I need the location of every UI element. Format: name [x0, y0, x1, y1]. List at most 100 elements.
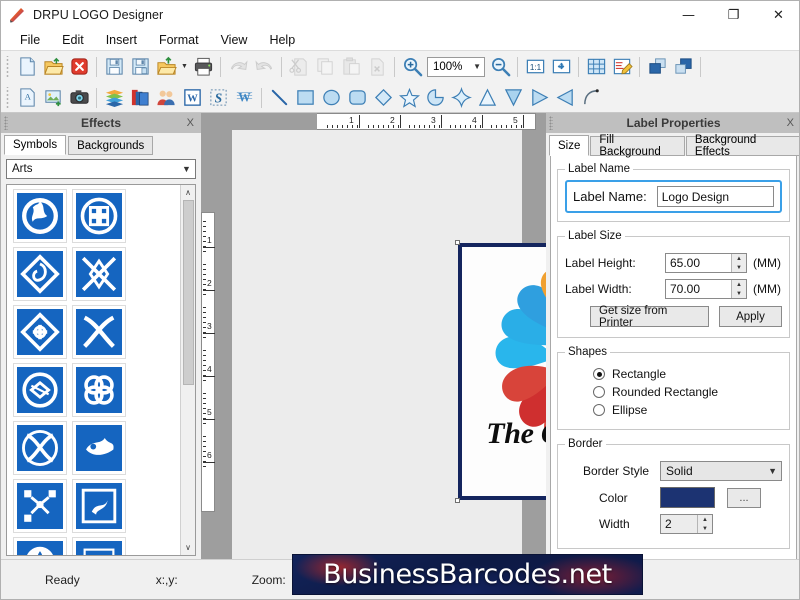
stepper-buttons[interactable]: ▲ ▼ — [731, 254, 746, 272]
menu-file[interactable]: File — [9, 31, 51, 49]
resize-handle-sw[interactable] — [455, 498, 460, 503]
symbol-ring-monogram[interactable] — [13, 363, 67, 417]
tab-symbols[interactable]: Symbols — [4, 135, 67, 155]
insert-image-button[interactable] — [40, 85, 66, 111]
symbol-grid-scrollbar[interactable]: ∧ ∨ — [180, 185, 195, 555]
restore-button[interactable]: ❐ — [711, 1, 756, 29]
stepper-down-icon[interactable]: ▼ — [732, 263, 746, 272]
tab-size[interactable]: Size — [549, 135, 590, 156]
symbol-quatrefoil-knot[interactable] — [72, 363, 126, 417]
get-size-from-printer-button[interactable]: Get size from Printer — [590, 305, 709, 329]
bring-to-front-button[interactable] — [644, 54, 670, 80]
tab-fill-background[interactable]: Fill Background — [590, 134, 685, 158]
color-palette-button[interactable] — [127, 85, 153, 111]
triangle-right-button[interactable] — [526, 85, 552, 111]
label-object[interactable]: The GlobalTrend Marketing — [455, 240, 546, 503]
tab-backgrounds[interactable]: Backgrounds — [68, 136, 154, 155]
symbol-circle-weave[interactable] — [13, 421, 67, 475]
panel-grip-icon[interactable] — [4, 116, 8, 130]
minimize-button[interactable]: — — [666, 1, 711, 29]
zoom-level-combo[interactable]: 100% ▼ — [427, 56, 485, 77]
close-document-button[interactable] — [66, 54, 92, 80]
undo-button[interactable] — [225, 54, 251, 80]
label-width-stepper[interactable]: 70.00 ▲ ▼ — [665, 279, 747, 299]
line-tool-button[interactable] — [266, 85, 292, 111]
signature-button[interactable]: S — [205, 85, 231, 111]
scroll-up-icon[interactable]: ∧ — [181, 185, 196, 200]
menu-insert[interactable]: Insert — [95, 31, 148, 49]
stepper-up-icon[interactable]: ▲ — [732, 280, 746, 289]
effects-panel-close-icon[interactable]: X — [187, 117, 194, 129]
cut-button[interactable] — [286, 54, 312, 80]
rectangle-tool-button[interactable] — [292, 85, 318, 111]
save-as-button[interactable] — [127, 54, 153, 80]
symbol-diamond-knot[interactable] — [13, 305, 67, 359]
export-button[interactable] — [153, 54, 179, 80]
arc-tool-button[interactable] — [578, 85, 604, 111]
grid-button[interactable] — [583, 54, 609, 80]
stepper-down-icon[interactable]: ▼ — [698, 524, 712, 533]
rounded-rect-tool-button[interactable] — [344, 85, 370, 111]
star-tool-button[interactable] — [396, 85, 422, 111]
shape-option-rectangle[interactable]: Rectangle — [593, 367, 782, 381]
label-name-input[interactable]: Logo Design — [656, 186, 774, 207]
triangle-left-button[interactable] — [552, 85, 578, 111]
toolbar-grip[interactable] — [4, 55, 11, 78]
canvas-area[interactable]: The GlobalTrend Marketing 1 2 3 4 5 1 2 3 4 5 6 — [201, 113, 546, 561]
paste-button[interactable] — [338, 54, 364, 80]
open-button[interactable] — [40, 54, 66, 80]
symbol-lotus-crest[interactable] — [13, 537, 67, 555]
capture-button[interactable] — [66, 85, 92, 111]
triangle-up-button[interactable] — [474, 85, 500, 111]
tab-background-effects[interactable]: Background Effects — [685, 134, 799, 158]
shape-option-rounded-rectangle[interactable]: Rounded Rectangle — [593, 385, 782, 399]
symbol-node-network[interactable] — [13, 479, 67, 533]
new-button[interactable] — [14, 54, 40, 80]
stepper-down-icon[interactable]: ▼ — [732, 289, 746, 298]
shape-option-ellipse[interactable]: Ellipse — [593, 403, 782, 417]
ellipse-tool-button[interactable] — [318, 85, 344, 111]
zoom-in-button[interactable] — [399, 54, 425, 80]
save-button[interactable] — [101, 54, 127, 80]
design-sheet[interactable]: The GlobalTrend Marketing — [232, 130, 546, 561]
actual-size-button[interactable]: 1:1 — [522, 54, 548, 80]
symbol-celtic-knot-circle[interactable] — [72, 189, 126, 243]
word-doc-button[interactable]: W — [179, 85, 205, 111]
watermark-button[interactable]: W — [231, 85, 257, 111]
scroll-down-icon[interactable]: ∨ — [181, 540, 196, 555]
stepper-up-icon[interactable]: ▲ — [732, 254, 746, 263]
send-to-back-button[interactable] — [670, 54, 696, 80]
four-point-star-button[interactable] — [448, 85, 474, 111]
symbol-framed-leaf[interactable] — [72, 537, 126, 555]
diamond-tool-button[interactable] — [370, 85, 396, 111]
menu-format[interactable]: Format — [148, 31, 210, 49]
symbol-triskelion[interactable] — [13, 189, 67, 243]
copy-button[interactable] — [312, 54, 338, 80]
menu-view[interactable]: View — [210, 31, 259, 49]
pie-tool-button[interactable] — [422, 85, 448, 111]
triangle-down-button[interactable] — [500, 85, 526, 111]
toolbar-grip[interactable] — [4, 86, 11, 109]
scrollbar-thumb[interactable] — [182, 200, 194, 385]
zoom-out-button[interactable] — [487, 54, 513, 80]
border-style-select[interactable]: Solid ▼ — [660, 461, 782, 481]
menu-help[interactable]: Help — [258, 31, 306, 49]
symbol-category-combo[interactable]: Arts ▼ — [6, 159, 196, 179]
border-width-stepper[interactable]: 2 ▲ ▼ — [660, 514, 713, 534]
label-height-stepper[interactable]: 65.00 ▲ ▼ — [665, 253, 747, 273]
label-properties-close-icon[interactable]: X — [787, 117, 794, 129]
delete-button[interactable] — [364, 54, 390, 80]
fit-to-window-button[interactable] — [548, 54, 574, 80]
panel-grip-icon[interactable] — [549, 116, 553, 130]
print-button[interactable] — [190, 54, 216, 80]
insert-text-button[interactable]: A — [14, 85, 40, 111]
close-button[interactable]: ✕ — [756, 1, 799, 29]
stepper-buttons[interactable]: ▲ ▼ — [731, 280, 746, 298]
redo-button[interactable] — [251, 54, 277, 80]
border-color-swatch[interactable] — [660, 487, 715, 508]
apply-button[interactable]: Apply — [718, 306, 782, 327]
contacts-button[interactable] — [153, 85, 179, 111]
symbol-framed-swirl[interactable] — [72, 479, 126, 533]
border-color-browse-button[interactable]: ... — [727, 487, 761, 508]
symbol-interlace-x[interactable] — [72, 305, 126, 359]
